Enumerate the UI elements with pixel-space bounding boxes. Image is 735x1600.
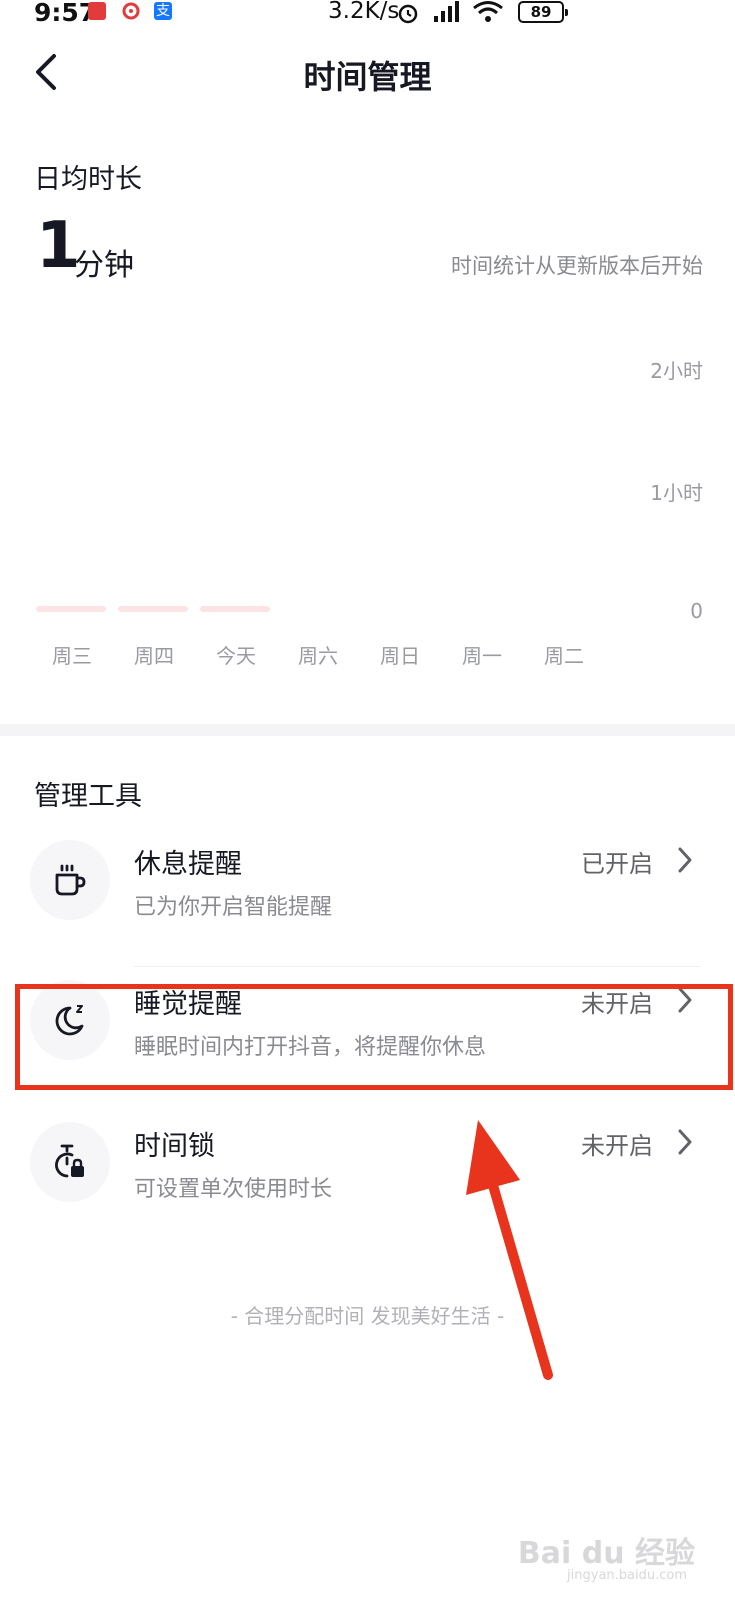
y-tick-label: 0 — [690, 599, 703, 623]
daily-average-unit: 分钟 — [74, 248, 134, 283]
chevron-right-icon — [678, 847, 692, 873]
tool-time-lock[interactable]: 时间锁 可设置单次使用时长 未开启 — [0, 1097, 735, 1227]
wifi-icon — [473, 1, 503, 22]
y-tick-label: 1小时 — [650, 481, 703, 505]
x-tick-label[interactable]: 周日 — [370, 640, 430, 669]
section-divider — [0, 724, 735, 736]
page-title: 时间管理 — [303, 58, 432, 96]
tool-desc: 已为你开启智能提醒 — [134, 895, 333, 920]
status-time: 9:57 — [34, 0, 97, 27]
daily-average-label: 日均时长 — [34, 164, 142, 195]
app-notification-icon — [88, 2, 106, 20]
tool-title: 时间锁 — [134, 1131, 215, 1162]
watermark: Bai du 经验 — [517, 1536, 695, 1571]
chevron-right-icon — [678, 1129, 692, 1155]
tool-icon-bg — [30, 840, 110, 920]
y-tick-label: 2小时 — [650, 359, 703, 383]
tools-section-title: 管理工具 — [34, 781, 142, 812]
net-speed: 3.2K/s — [328, 0, 400, 24]
tool-title: 休息提醒 — [134, 849, 242, 880]
x-tick-label[interactable]: 周二 — [534, 640, 594, 669]
timer-lock-icon — [55, 1144, 84, 1178]
highlight-box — [15, 984, 733, 1090]
x-tick-label[interactable]: 今天 — [206, 640, 266, 669]
watermark-sub: jingyan.baidu.com — [567, 1568, 687, 1583]
red-arrow-icon — [466, 1120, 553, 1380]
x-tick-label[interactable]: 周三 — [42, 640, 102, 669]
x-tick-label[interactable]: 周四 — [124, 640, 184, 669]
chart-bar — [118, 606, 188, 612]
app-notification-icon-2 — [122, 2, 140, 20]
coffee-cup-icon — [55, 864, 86, 896]
signal-icon — [434, 1, 459, 22]
tool-status: 未开启 — [581, 1132, 653, 1160]
tool-status: 已开启 — [581, 850, 653, 878]
footer-slogan: - 合理分配时间 发现美好生活 - — [230, 1304, 505, 1328]
tool-desc: 可设置单次使用时长 — [134, 1177, 333, 1202]
alarm-icon — [398, 4, 418, 24]
stat-note: 时间统计从更新版本后开始 — [451, 254, 703, 278]
usage-chart: 2小时 1小时 0 周三 周四 今天 周六 周日 周一 周二 — [0, 340, 735, 700]
status-bar: 9:57 支 3.2K/s 89 — [0, 0, 735, 28]
tool-rest-reminder[interactable]: 休息提醒 已为你开启智能提醒 已开启 — [0, 815, 735, 945]
chart-bar — [200, 606, 270, 612]
chart-bar — [36, 606, 106, 612]
alipay-icon: 支 — [154, 2, 172, 20]
x-tick-label[interactable]: 周六 — [288, 640, 348, 669]
battery-icon: 89 — [518, 1, 568, 23]
x-tick-label[interactable]: 周一 — [452, 640, 512, 669]
tool-icon-bg — [30, 1122, 110, 1202]
